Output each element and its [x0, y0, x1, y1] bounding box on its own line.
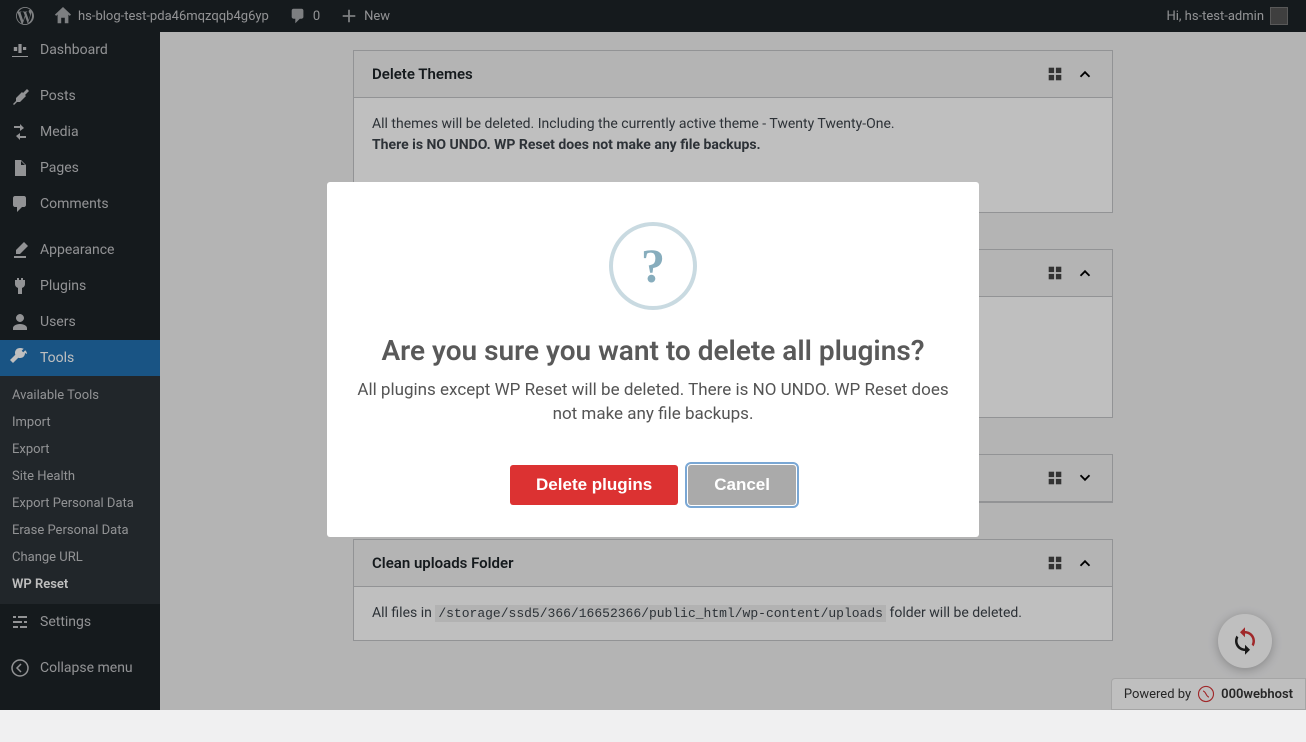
delete-plugins-button[interactable]: Delete plugins [510, 465, 678, 505]
confirm-dialog: ? Are you sure you want to delete all pl… [327, 182, 979, 537]
cancel-button[interactable]: Cancel [688, 465, 796, 505]
question-icon: ? [609, 222, 697, 310]
dialog-buttons: Delete plugins Cancel [357, 465, 949, 505]
dialog-title: Are you sure you want to delete all plug… [357, 334, 949, 367]
dialog-text: All plugins except WP Reset will be dele… [357, 379, 949, 427]
